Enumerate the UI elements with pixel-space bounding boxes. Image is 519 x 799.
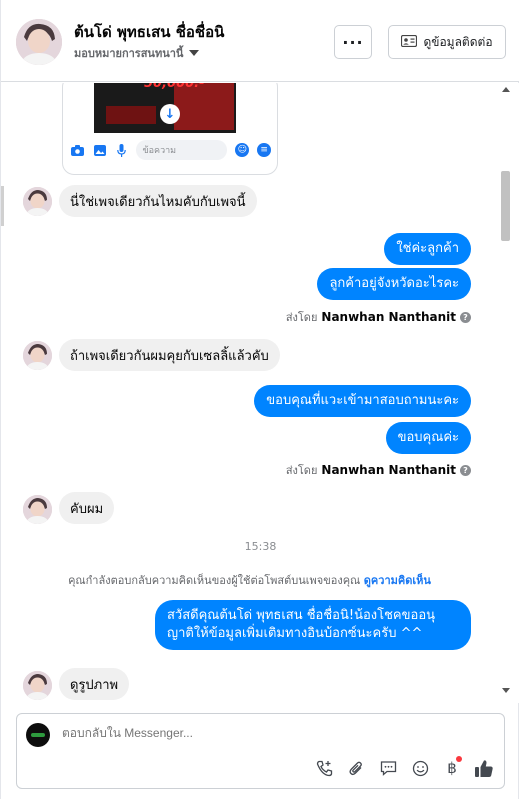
message-timestamp: 15:38 <box>244 540 277 553</box>
message-bubble-incoming[interactable]: นี่ใช่เพจเดียวกันไหมคับกับเพจนี้ <box>59 185 257 217</box>
page-avatar <box>26 723 50 747</box>
comment-reply-notice: คุณกำลังตอบกลับความคิดเห็นของผู้ใช้ต่อโพ… <box>1 571 498 589</box>
message-bubble-outgoing[interactable]: ขอบคุณที่แวะเข้ามาสอบถามนะคะ <box>254 385 471 417</box>
sent-by-label: ส่งโดย Nanwhan Nanthanit ? <box>286 308 471 326</box>
message-bubble-incoming[interactable]: ดูรูปภาพ <box>59 668 130 700</box>
post-promo-text: 50,000.- <box>144 83 205 91</box>
contact-avatar-small <box>23 187 52 216</box>
thread-scrollbar[interactable] <box>498 83 514 703</box>
info-icon[interactable]: ? <box>460 464 471 476</box>
message-bubble-outgoing[interactable]: ลูกค้าอยู่จังหวัดอะไรคะ <box>317 268 471 300</box>
sent-by-prefix: ส่งโดย <box>285 311 318 324</box>
sent-by-agent: Nanwhan Nanthanit <box>321 463 456 477</box>
message-bubble-incoming[interactable]: ถ้าเพจเดียวกันผมคุยกับเซลลิ้แล้วคับ <box>59 339 280 371</box>
inbox-panel: ต้นโด่ พุทธเสน ชื่อชื่อนิ มอบหมายการสนทน… <box>0 0 519 799</box>
payment-baht-icon[interactable]: ฿ <box>442 756 462 778</box>
notification-dot <box>456 756 462 762</box>
message-bubble-outgoing[interactable]: ขอบคุณค่ะ <box>385 422 471 454</box>
sent-by-prefix: ส่งโดย <box>285 464 318 477</box>
caret-down-icon <box>189 50 200 56</box>
post-image-panel <box>106 106 156 124</box>
assign-label: มอบหมายการสนทนานี้ <box>74 47 184 60</box>
composer-toolbar: ฿ <box>314 756 494 778</box>
reply-composer: ฿ <box>16 713 505 789</box>
contact-avatar-small <box>23 671 52 700</box>
post-image: 50,000.- ↓ <box>94 83 236 133</box>
contact-avatar-small <box>23 495 52 524</box>
scroll-thumb[interactable] <box>501 171 510 241</box>
message-bubble-incoming[interactable]: คับผม <box>59 492 115 524</box>
scroll-down-arrow-icon[interactable] <box>502 688 510 693</box>
like-icon[interactable] <box>474 758 494 778</box>
message-thread[interactable]: 50,000.- ↓ ข้อความ ☺ ≡ นี่ใช่เพจเดียวกัน… <box>1 83 519 703</box>
saved-replies-icon[interactable] <box>378 758 398 778</box>
contact-name[interactable]: ต้นโด่ พุทธเสน ชื่อชื่อนิ <box>74 20 224 44</box>
reply-input[interactable] <box>62 726 362 740</box>
sent-by-label: ส่งโดย Nanwhan Nanthanit ? <box>286 461 471 479</box>
image-icon <box>93 143 107 157</box>
download-icon[interactable]: ↓ <box>160 104 180 124</box>
camera-icon <box>71 143 85 157</box>
menu-icon: ≡ <box>257 143 272 157</box>
post-message-bar: ข้อความ ☺ ≡ <box>71 138 272 162</box>
scroll-up-arrow-icon[interactable] <box>502 87 510 92</box>
view-contact-info-button[interactable]: ดูข้อมูลติดต่อ <box>388 25 506 59</box>
shared-post-preview[interactable]: 50,000.- ↓ ข้อความ ☺ ≡ <box>62 83 278 175</box>
contact-card-icon <box>401 34 418 50</box>
more-options-button[interactable]: ··· <box>334 25 372 59</box>
sent-by-agent: Nanwhan Nanthanit <box>321 310 456 324</box>
assign-conversation-dropdown[interactable]: มอบหมายการสนทนานี้ <box>74 44 200 62</box>
message-bubble-outgoing[interactable]: ใช่ค่ะลูกค้า <box>384 233 471 265</box>
left-panel-edge <box>1 186 4 226</box>
contact-avatar-small <box>23 341 52 370</box>
contact-info-label: ดูข้อมูลติดต่อ <box>423 34 493 49</box>
call-add-icon[interactable] <box>314 758 334 778</box>
notice-text: คุณกำลังตอบกลับความคิดเห็นของผู้ใช้ต่อโพ… <box>68 574 361 587</box>
microphone-icon <box>115 143 129 157</box>
view-comment-link[interactable]: ดูความคิดเห็น <box>364 574 431 587</box>
emoji-icon: ☺ <box>235 143 250 157</box>
info-icon[interactable]: ? <box>460 311 471 323</box>
emoji-icon[interactable] <box>410 758 430 778</box>
contact-avatar[interactable] <box>16 19 62 65</box>
conversation-header: ต้นโด่ พุทธเสน ชื่อชื่อนิ มอบหมายการสนทน… <box>1 0 519 82</box>
paperclip-icon[interactable] <box>346 758 366 778</box>
message-bubble-outgoing[interactable]: สวัสดีคุณต้นโด่ พุทธเสน ชื่อชื่อนิ!น้องโ… <box>155 600 471 650</box>
post-message-input: ข้อความ <box>136 140 228 160</box>
